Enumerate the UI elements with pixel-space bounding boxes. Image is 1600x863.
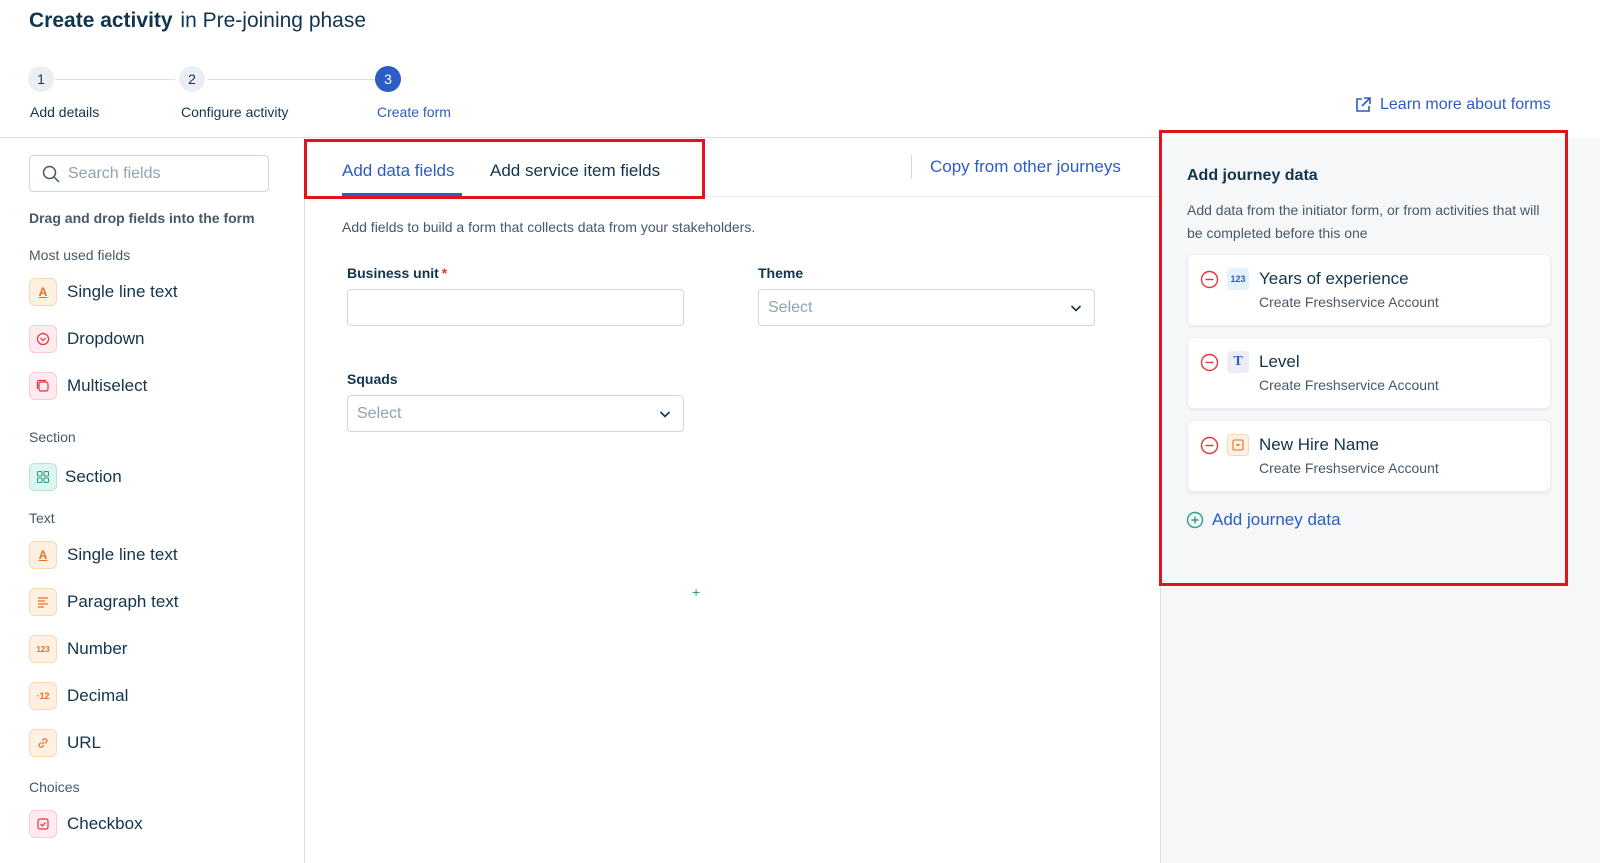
learn-more-label: Learn more about forms [1380,96,1551,113]
journey-item-name: New Hire Name [1259,435,1379,454]
copy-separator [911,155,912,179]
search-icon [42,165,60,183]
palette-item-label: URL [67,733,102,752]
chevron-down-icon [659,411,671,418]
drop-zone-plus-icon[interactable]: + [692,584,700,600]
journey-item-source: Create Freshservice Account [1259,460,1439,476]
palette-item-single-line-text[interactable]: A Single line text [29,278,178,306]
step-3-indicator[interactable]: 3 [375,66,401,92]
journey-data-item: T Level Create Freshservice Account [1187,337,1551,409]
number-field-icon: 123 [29,635,57,663]
journey-data-description: Add data from the initiator form, or fro… [1187,202,1540,241]
journey-data-item: New Hire Name Create Freshservice Accoun… [1187,420,1551,492]
squads-label: Squads [347,371,398,387]
step-connector [207,79,375,80]
journey-data-item: 123 Years of experience Create Freshserv… [1187,254,1551,326]
theme-select[interactable]: Select [758,289,1095,326]
palette-item-label: Single line text [67,282,178,301]
drag-drop-hint: Drag and drop fields into the form [29,210,255,226]
decimal-field-icon: ·12 [29,682,57,710]
page-title-phase: in Pre-joining phase [180,9,367,32]
page-title-bold: Create activity [29,9,173,32]
text-field-icon: A [29,541,57,569]
paragraph-field-icon [29,588,57,616]
palette-item-section[interactable]: Section [29,463,122,491]
palette-item-dropdown[interactable]: Dropdown [29,325,145,353]
palette-item-label: Single line text [67,545,178,564]
step-3-label[interactable]: Create form [377,104,451,120]
palette-item-label: Dropdown [67,329,145,348]
palette-item-label: Checkbox [67,814,143,833]
checkbox-field-icon [29,810,57,838]
business-unit-label: Business unit * [347,265,447,281]
external-link-icon [1356,97,1371,112]
group-choices: Choices [29,779,80,795]
journey-item-source: Create Freshservice Account [1259,294,1439,310]
step-1-label[interactable]: Add details [30,104,99,120]
page-title: Create activity in Pre-joining phase [29,9,366,33]
remove-circle-icon[interactable] [1200,353,1219,372]
journey-item-source: Create Freshservice Account [1259,377,1439,393]
palette-item-multiselect[interactable]: Multiselect [29,372,147,400]
section-grid-icon [29,463,57,491]
theme-select-placeholder: Select [768,298,813,316]
chevron-down-icon [1070,305,1082,312]
group-most-used: Most used fields [29,247,131,263]
business-unit-label-text: Business unit [347,265,439,281]
add-journey-data-label: Add journey data [1212,510,1341,529]
copy-from-journeys-link[interactable]: Copy from other journeys [930,157,1121,177]
field-palette-sidebar: Drag and drop fields into the form Most … [0,138,305,863]
search-fields-box[interactable] [29,155,269,192]
dropdown-field-icon [29,325,57,353]
plus-circle-icon [1186,511,1204,529]
form-builder-hint: Add fields to build a form that collects… [342,219,756,235]
remove-circle-icon[interactable] [1200,270,1219,289]
palette-item-url[interactable]: URL [29,729,101,757]
remove-circle-icon[interactable] [1200,436,1219,455]
text-field-icon: A [29,278,57,306]
theme-label: Theme [758,265,804,281]
text-type-icon: T [1227,351,1249,373]
add-journey-data-button[interactable]: Add journey data [1186,510,1341,530]
palette-item-single-line-text[interactable]: A Single line text [29,541,178,569]
multiselect-field-icon [29,372,57,400]
squads-select[interactable]: Select [347,395,684,432]
required-asterisk: * [441,265,448,281]
step-2-label[interactable]: Configure activity [181,104,288,120]
palette-item-label: Multiselect [67,376,148,395]
learn-more-link[interactable]: Learn more about forms [1354,96,1551,114]
tabs-highlight-box [304,139,705,199]
palette-item-label: Number [67,639,128,658]
search-fields-input[interactable] [68,164,258,183]
palette-item-decimal[interactable]: ·12 Decimal [29,682,128,710]
step-2-indicator[interactable]: 2 [179,66,205,92]
journey-item-name: Level [1259,352,1300,371]
palette-item-paragraph-text[interactable]: Paragraph text [29,588,179,616]
dropdown-type-icon [1227,434,1249,456]
journey-data-title: Add journey data [1187,167,1318,184]
step-1-indicator[interactable]: 1 [28,66,54,92]
palette-item-label: Paragraph text [67,592,179,611]
journey-item-name: Years of experience [1259,269,1409,288]
palette-item-label: Decimal [67,686,129,705]
step-connector [55,79,175,80]
palette-item-number[interactable]: 123 Number [29,635,127,663]
group-text: Text [29,510,55,526]
link-icon [29,729,57,757]
business-unit-input[interactable] [347,289,684,326]
group-section: Section [29,429,76,445]
palette-item-checkbox[interactable]: Checkbox [29,810,143,838]
palette-item-label: Section [65,467,122,486]
squads-select-placeholder: Select [357,404,402,422]
number-icon: 123 [1227,268,1249,290]
